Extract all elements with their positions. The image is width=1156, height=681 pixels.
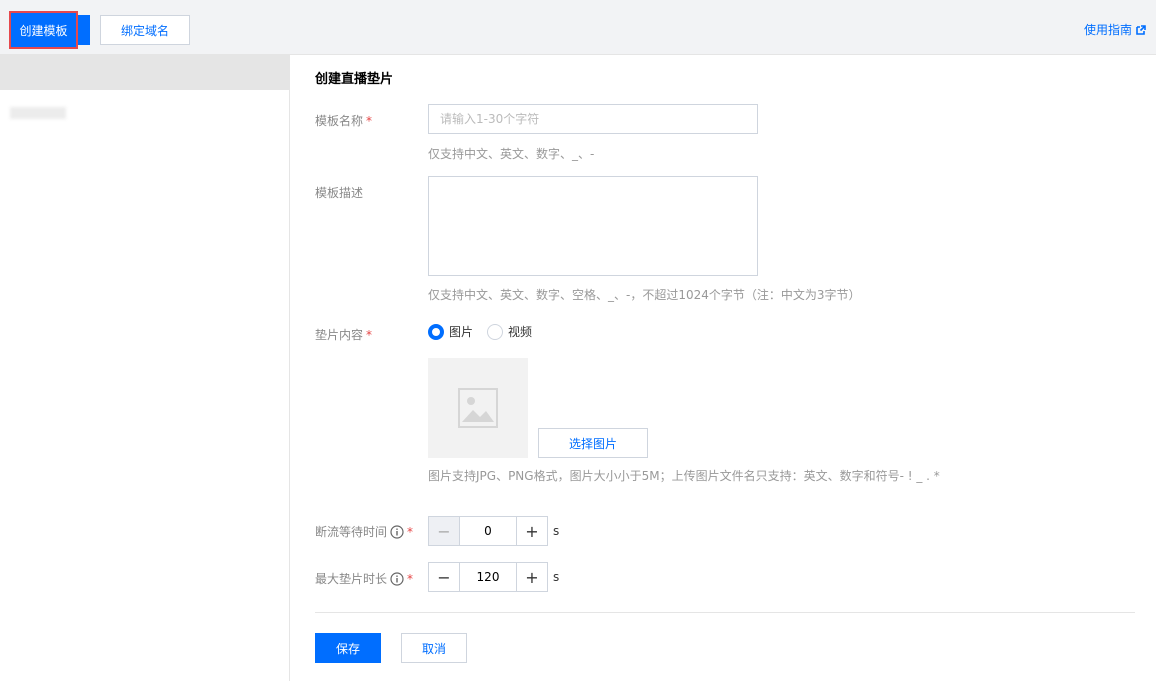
template-desc-label: 模板描述 xyxy=(315,184,363,201)
max-duration-value[interactable]: 120 xyxy=(460,563,516,591)
required-mark: * xyxy=(366,327,373,342)
guide-link[interactable]: 使用指南 xyxy=(1084,21,1146,38)
info-circle-icon[interactable] xyxy=(390,571,404,586)
external-link-icon xyxy=(1136,24,1146,35)
radio-image-label: 图片 xyxy=(449,325,474,339)
select-image-button[interactable]: 选择图片 xyxy=(538,428,648,458)
info-circle-icon[interactable] xyxy=(390,524,404,539)
template-name-label: 模板名称 * xyxy=(315,112,372,129)
template-name-input[interactable] xyxy=(428,104,758,134)
radio-unchecked-icon xyxy=(487,323,504,340)
required-mark: * xyxy=(366,113,373,128)
radio-video[interactable]: 视频 xyxy=(487,323,532,340)
form-panel: 创建直播垫片 模板名称 * 仅支持中文、英文、数字、_、- 模板描述 仅支持中文… xyxy=(290,55,1156,681)
slate-content-label-text: 垫片内容 xyxy=(315,328,364,342)
bind-domain-button[interactable]: 绑定域名 xyxy=(100,15,190,45)
cancel-button[interactable]: 取消 xyxy=(401,633,467,663)
minus-icon[interactable]: − xyxy=(429,563,460,591)
plus-icon[interactable]: + xyxy=(516,563,547,591)
slate-content-label: 垫片内容 * xyxy=(315,326,372,343)
image-preview xyxy=(428,358,528,458)
form-title: 创建直播垫片 xyxy=(315,72,394,87)
slate-content-radio-group: 图片 视频 xyxy=(428,323,532,340)
template-name-hint: 仅支持中文、英文、数字、_、- xyxy=(428,147,595,161)
template-desc-hint: 仅支持中文、英文、数字、空格、_、-，不超过1024个字节（注：中文为3字节） xyxy=(428,288,861,302)
template-sidebar xyxy=(0,55,290,681)
max-duration-unit: s xyxy=(553,570,560,584)
top-toolbar: 创建模板 绑定域名 使用指南 xyxy=(0,0,1156,55)
max-duration-label: 最大垫片时长 * xyxy=(315,570,413,587)
required-mark: * xyxy=(407,524,414,539)
guide-link-label: 使用指南 xyxy=(1083,23,1132,37)
radio-image[interactable]: 图片 xyxy=(428,323,473,340)
template-desc-textarea[interactable] xyxy=(428,176,758,276)
interrupt-wait-unit: s xyxy=(553,524,560,538)
interrupt-wait-label-text: 断流等待时间 xyxy=(315,525,388,539)
sidebar-item-blurred[interactable] xyxy=(10,107,66,119)
create-template-button[interactable]: 创建模板 xyxy=(9,11,78,49)
radio-video-label: 视频 xyxy=(508,325,533,339)
image-hint: 图片支持JPG、PNG格式，图片大小小于5M；上传图片文件名只支持：英文、数字和… xyxy=(428,469,940,483)
minus-icon[interactable]: − xyxy=(429,517,460,545)
radio-checked-icon xyxy=(428,323,444,340)
sidebar-selected-item[interactable] xyxy=(0,55,289,90)
interrupt-wait-label: 断流等待时间 * xyxy=(315,523,413,540)
plus-icon[interactable]: + xyxy=(516,517,547,545)
required-mark: * xyxy=(407,571,414,586)
save-button[interactable]: 保存 xyxy=(315,633,381,663)
max-duration-stepper: − 120 + xyxy=(428,562,548,592)
interrupt-wait-value[interactable]: 0 xyxy=(460,517,516,545)
image-icon xyxy=(458,388,498,428)
interrupt-wait-stepper: − 0 + xyxy=(428,516,548,546)
divider xyxy=(315,612,1135,613)
max-duration-label-text: 最大垫片时长 xyxy=(315,572,388,586)
template-desc-label-text: 模板描述 xyxy=(315,186,364,200)
template-name-label-text: 模板名称 xyxy=(315,114,364,128)
